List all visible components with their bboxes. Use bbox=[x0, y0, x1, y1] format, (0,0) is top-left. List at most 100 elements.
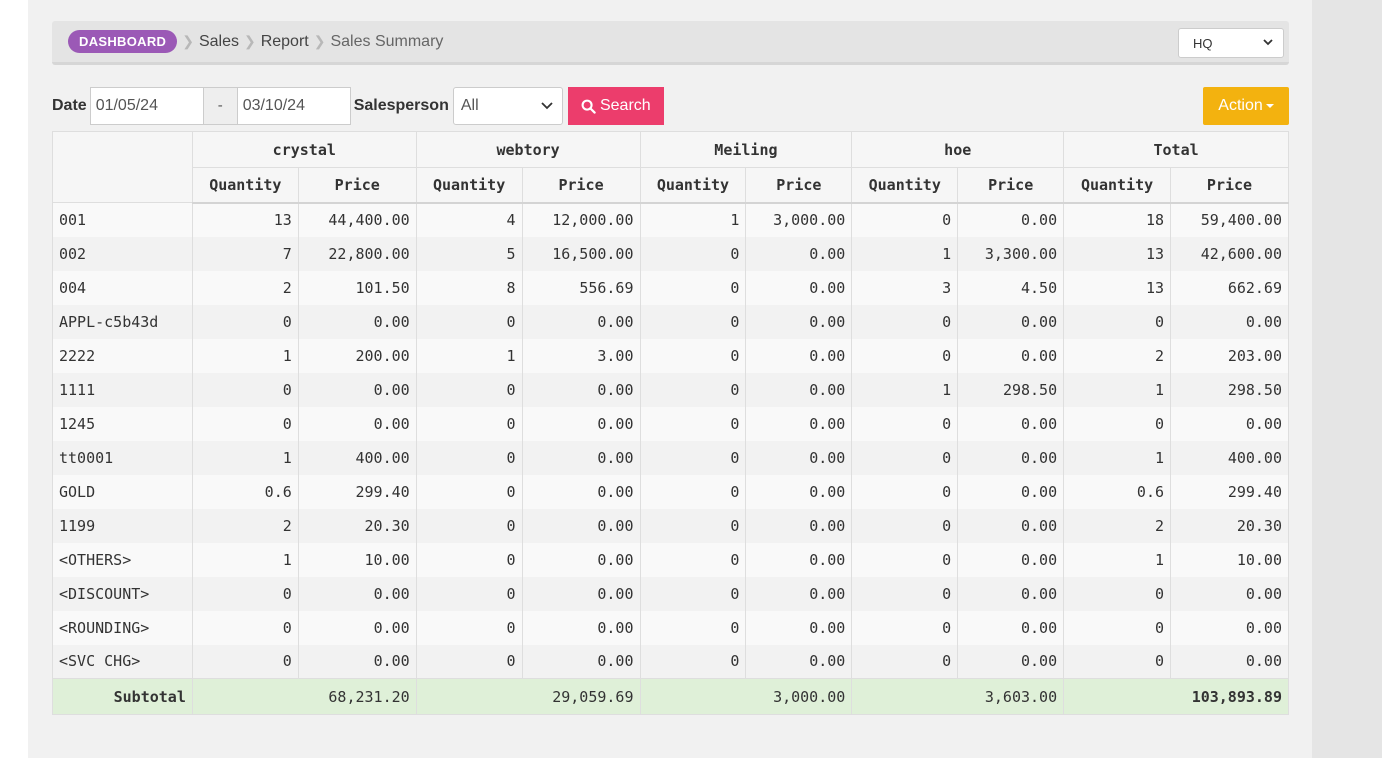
price-cell: 10.00 bbox=[1170, 542, 1289, 577]
quantity-header: Quantity bbox=[1063, 167, 1172, 204]
price-cell: 42,600.00 bbox=[1170, 236, 1289, 271]
price-cell: 0.00 bbox=[745, 508, 853, 543]
item-code-cell: 1111 bbox=[52, 372, 193, 407]
quantity-cell: 1 bbox=[851, 372, 959, 407]
quantity-cell: 1 bbox=[415, 338, 523, 373]
table-row: APPL-c5b43d 0 0.00 0 0.00 0 0.00 0 0.00 0 0.00 bbox=[52, 304, 1289, 339]
subtotal-webtory: 29,059.69 bbox=[415, 678, 641, 715]
filter-bar: Date 01/05/24 - 03/10/24 Salesperson All… bbox=[52, 87, 664, 125]
chevron-down-icon bbox=[541, 102, 553, 110]
price-cell: 20.30 bbox=[297, 508, 417, 543]
date-from-input[interactable]: 01/05/24 bbox=[89, 87, 204, 125]
quantity-cell: 0 bbox=[415, 304, 523, 339]
price-cell: 298.50 bbox=[957, 372, 1065, 407]
quantity-cell: 0 bbox=[415, 440, 523, 475]
price-cell: 0.00 bbox=[1170, 304, 1289, 339]
quantity-cell: 0.6 bbox=[191, 474, 299, 509]
price-cell: 0.00 bbox=[957, 440, 1065, 475]
item-code-cell: 1245 bbox=[52, 406, 193, 441]
item-code-cell: 001 bbox=[52, 202, 193, 237]
quantity-cell: 4 bbox=[415, 202, 523, 237]
price-cell: 0.00 bbox=[521, 610, 641, 645]
price-cell: 0.00 bbox=[297, 576, 417, 611]
price-cell: 298.50 bbox=[1170, 372, 1289, 407]
subtotal-label: Subtotal bbox=[52, 678, 193, 715]
quantity-cell: 0 bbox=[415, 644, 523, 679]
quantity-cell: 3 bbox=[851, 270, 959, 305]
quantity-cell: 2 bbox=[1063, 338, 1172, 373]
quantity-header: Quantity bbox=[851, 167, 959, 204]
price-cell: 556.69 bbox=[521, 270, 641, 305]
quantity-cell: 0 bbox=[415, 372, 523, 407]
price-cell: 0.00 bbox=[957, 576, 1065, 611]
price-cell: 0.00 bbox=[745, 338, 853, 373]
table-row: 1111 0 0.00 0 0.00 0 0.00 1 298.50 1 298.50 bbox=[52, 372, 1289, 407]
table-row: 1199 2 20.30 0 0.00 0 0.00 0 0.00 2 20.30 bbox=[52, 508, 1289, 543]
quantity-cell: 0 bbox=[415, 406, 523, 441]
price-cell: 0.00 bbox=[297, 372, 417, 407]
price-cell: 101.50 bbox=[297, 270, 417, 305]
price-cell: 0.00 bbox=[957, 406, 1065, 441]
quantity-cell: 0 bbox=[415, 576, 523, 611]
quantity-header: Quantity bbox=[191, 167, 299, 204]
chevron-down-icon bbox=[1263, 39, 1273, 46]
branch-select[interactable]: HQ bbox=[1178, 28, 1284, 58]
date-to-input[interactable]: 03/10/24 bbox=[236, 87, 351, 125]
price-cell: 0.00 bbox=[957, 644, 1065, 679]
search-icon bbox=[581, 99, 596, 114]
action-button-label: Action bbox=[1218, 97, 1263, 114]
search-button[interactable]: Search bbox=[567, 87, 664, 125]
price-cell: 400.00 bbox=[297, 440, 417, 475]
price-cell: 0.00 bbox=[521, 304, 641, 339]
action-button[interactable]: Action bbox=[1203, 87, 1289, 125]
quantity-cell: 1 bbox=[191, 542, 299, 577]
quantity-cell: 0 bbox=[191, 304, 299, 339]
price-cell: 299.40 bbox=[297, 474, 417, 509]
price-cell: 0.00 bbox=[745, 406, 853, 441]
quantity-cell: 1 bbox=[1063, 440, 1172, 475]
price-header: Price bbox=[297, 167, 417, 204]
price-cell: 3,300.00 bbox=[957, 236, 1065, 271]
subtotal-meiling: 3,000.00 bbox=[639, 678, 853, 715]
item-code-cell: 004 bbox=[52, 270, 193, 305]
quantity-cell: 0 bbox=[191, 372, 299, 407]
quantity-cell: 0 bbox=[1063, 406, 1172, 441]
quantity-cell: 0 bbox=[851, 474, 959, 509]
salesperson-select-value: All bbox=[460, 97, 479, 114]
price-header: Price bbox=[1170, 167, 1289, 204]
quantity-cell: 0.6 bbox=[1063, 474, 1172, 509]
quantity-cell: 2 bbox=[191, 270, 299, 305]
quantity-cell: 0 bbox=[639, 610, 747, 645]
breadcrumb-report[interactable]: Report bbox=[261, 33, 309, 51]
breadcrumb-sales[interactable]: Sales bbox=[199, 33, 239, 51]
price-cell: 0.00 bbox=[1170, 644, 1289, 679]
quantity-cell: 1 bbox=[191, 338, 299, 373]
quantity-cell: 0 bbox=[1063, 576, 1172, 611]
breadcrumb-current: Sales Summary bbox=[330, 32, 444, 50]
price-cell: 0.00 bbox=[745, 474, 853, 509]
table-row: 2222 1 200.00 1 3.00 0 0.00 0 0.00 2 203.00 bbox=[52, 338, 1289, 373]
item-code-cell: 002 bbox=[52, 236, 193, 271]
price-cell: 0.00 bbox=[297, 304, 417, 339]
quantity-cell: 0 bbox=[639, 304, 747, 339]
quantity-cell: 0 bbox=[415, 474, 523, 509]
price-cell: 3.00 bbox=[521, 338, 641, 373]
salesperson-select[interactable]: All bbox=[452, 87, 563, 125]
price-cell: 299.40 bbox=[1170, 474, 1289, 509]
quantity-cell: 13 bbox=[1063, 236, 1172, 271]
subtotal-total: 103,893.89 bbox=[1063, 678, 1289, 715]
quantity-cell: 0 bbox=[851, 644, 959, 679]
price-cell: 0.00 bbox=[1170, 576, 1289, 611]
price-cell: 662.69 bbox=[1170, 270, 1289, 305]
quantity-cell: 0 bbox=[851, 338, 959, 373]
quantity-cell: 0 bbox=[1063, 304, 1172, 339]
price-cell: 200.00 bbox=[297, 338, 417, 373]
quantity-cell: 0 bbox=[639, 406, 747, 441]
table-row: GOLD 0.6 299.40 0 0.00 0 0.00 0 0.00 0.6 299.40 bbox=[52, 474, 1289, 509]
quantity-cell: 0 bbox=[639, 338, 747, 373]
chevron-right-icon: ❯ bbox=[243, 33, 256, 49]
table-row: 001 13 44,400.00 4 12,000.00 1 3,000.00 0 0.00 18… bbox=[52, 202, 1289, 237]
quantity-cell: 0 bbox=[639, 474, 747, 509]
breadcrumb-dashboard[interactable]: DASHBOARD bbox=[68, 30, 178, 53]
price-cell: 0.00 bbox=[297, 406, 417, 441]
